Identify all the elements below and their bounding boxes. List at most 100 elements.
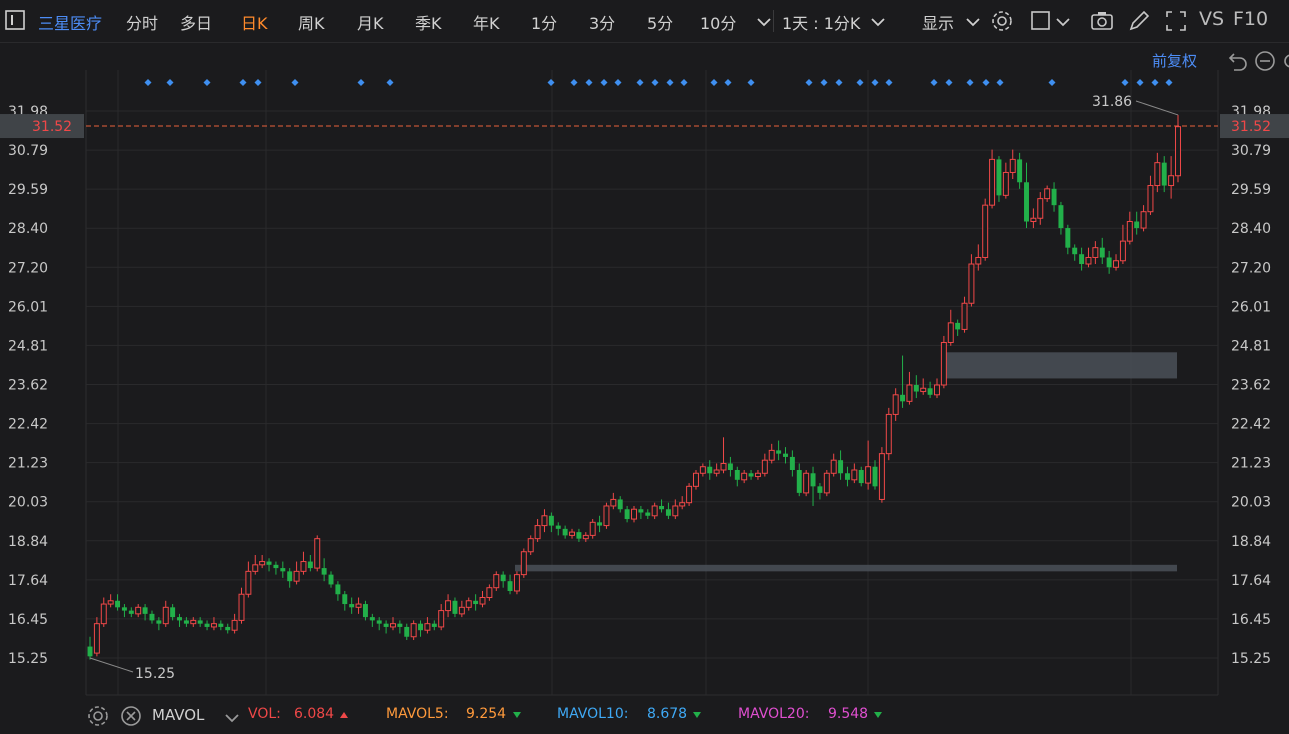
y-tick-label-left: 15.25 [8,651,48,667]
candle-body-down [1099,247,1105,258]
candle-body-up [989,158,996,206]
candle-body-up [686,485,693,504]
candle-body-up [445,600,452,612]
stock-name[interactable]: 三星医疗 [38,10,102,34]
mavol20-label: MAVOL20: [738,706,810,722]
candle-body-down [996,159,1002,196]
candle-body-up [878,453,885,500]
candle-body-up [541,515,548,527]
chevron-down-icon[interactable] [220,706,239,724]
event-marker-diamond [996,79,1004,86]
candle-body-down [817,486,823,493]
close-icon[interactable] [119,704,141,726]
candle-body-up [238,593,245,621]
y-tick-label-right: 29.59 [1231,182,1271,198]
candle-body-down [307,561,313,569]
tab-yearly-k[interactable]: 年K [473,10,500,34]
f10-button[interactable]: F10 [1233,8,1268,30]
candle-body-down [156,620,162,624]
range-chevron-icon[interactable] [866,10,886,34]
candle-body-down [783,453,788,457]
y-tick-label-right: 30.79 [1231,143,1271,159]
candle-body-up [892,394,899,415]
event-marker-diamond [885,79,893,86]
current-price-box-left [0,114,84,139]
event-marker-diamond [680,79,688,86]
candle-body-down [197,620,203,624]
range-selector[interactable]: 1天 : 1分K [782,10,860,34]
tab-monthly-k[interactable]: 月K [357,10,384,34]
fullscreen-icon[interactable] [1164,9,1188,33]
tab-weekly-k[interactable]: 周K [298,10,325,34]
vs-button[interactable]: VS [1199,8,1224,30]
high-leader-line [1135,100,1179,116]
candle-body-down [1065,228,1071,248]
candle-body-down [273,564,279,569]
candle-body-down [707,466,713,474]
axis-labels: 31.98 31.98 30.79 30.79 29.59 29.59 28.40 28.40… [0,94,1289,682]
square-icon[interactable] [1029,9,1053,33]
candle-body-up [493,574,500,589]
display-chevron-icon[interactable] [961,10,981,34]
candle-body-up [982,204,989,258]
y-tick-label-right: 23.62 [1231,378,1271,394]
tab-intraday[interactable]: 分时 [126,10,158,34]
tab-5min[interactable]: 5分 [647,10,673,34]
sidebar-toggle-icon[interactable] [4,8,28,32]
display-menu[interactable]: 显示 [922,10,954,34]
event-marker-diamond [614,79,622,86]
event-marker-diamond [666,79,674,86]
minus-circle-icon[interactable] [1253,49,1275,71]
tab-1min[interactable]: 1分 [531,10,557,34]
event-marker-diamond [747,79,755,86]
candle-body-down [645,512,651,516]
tab-3min[interactable]: 3分 [589,10,615,34]
candle-body-down [1024,182,1029,222]
tab-daily-k[interactable]: 日K [241,10,268,34]
candle-body-up [1113,260,1120,268]
candle-body-down [1051,188,1057,206]
gear-icon[interactable] [990,9,1014,33]
indicator-bar: MAVOL VOL: 6.084 MAVOL5: 9.254 MAVOL10: … [0,700,1289,733]
candle-body-up [1002,171,1009,196]
square-chevron-icon[interactable] [1051,10,1070,34]
event-marker-diamond [144,79,152,86]
candlestick-chart[interactable]: 31.98 31.98 30.79 30.79 29.59 29.59 28.40 28.40… [0,0,1289,733]
y-tick-label-left: 21.23 [8,456,48,472]
candle-body-up [1168,175,1175,187]
tab-10min[interactable]: 10分 [700,10,736,34]
event-marker-diamond [1136,79,1144,86]
candle-body-down [397,623,403,627]
event-marker-diamond [239,79,247,86]
candle-body-down [349,604,355,608]
candle-body-up [569,531,576,536]
event-marker-diamond [357,79,365,86]
tab-multi-day[interactable]: 多日 [180,10,212,34]
gear-icon[interactable] [86,704,108,726]
y-tick-label-left: 24.81 [8,338,48,354]
pencil-icon[interactable] [1127,9,1151,33]
event-markers [144,79,1173,86]
candle-body-up [768,449,775,461]
chevron-down-icon[interactable] [752,10,772,34]
candle-body-up [940,341,947,386]
candle-body-down [115,600,121,608]
y-tick-label-right: 26.01 [1231,299,1271,315]
indicator-name[interactable]: MAVOL [152,706,204,724]
candle-body-up [1126,221,1133,242]
candle-body-down [266,561,272,565]
more-icon[interactable] [1276,49,1289,69]
candle-body-down [776,450,782,454]
adjust-mode[interactable]: 前复权 [1152,50,1197,71]
candle-body-up [1085,256,1092,265]
camera-icon[interactable] [1090,9,1114,33]
candle-body-down [789,456,795,470]
candle-body-up [582,534,589,540]
tab-quarterly-k[interactable]: 季K [415,10,442,34]
low-leader-line [89,657,134,673]
candle-body-up [741,472,748,481]
undo-icon[interactable] [1226,49,1247,71]
candle-body-up [479,597,486,605]
candle-body-down [149,613,155,621]
candle-body-down [321,568,327,575]
